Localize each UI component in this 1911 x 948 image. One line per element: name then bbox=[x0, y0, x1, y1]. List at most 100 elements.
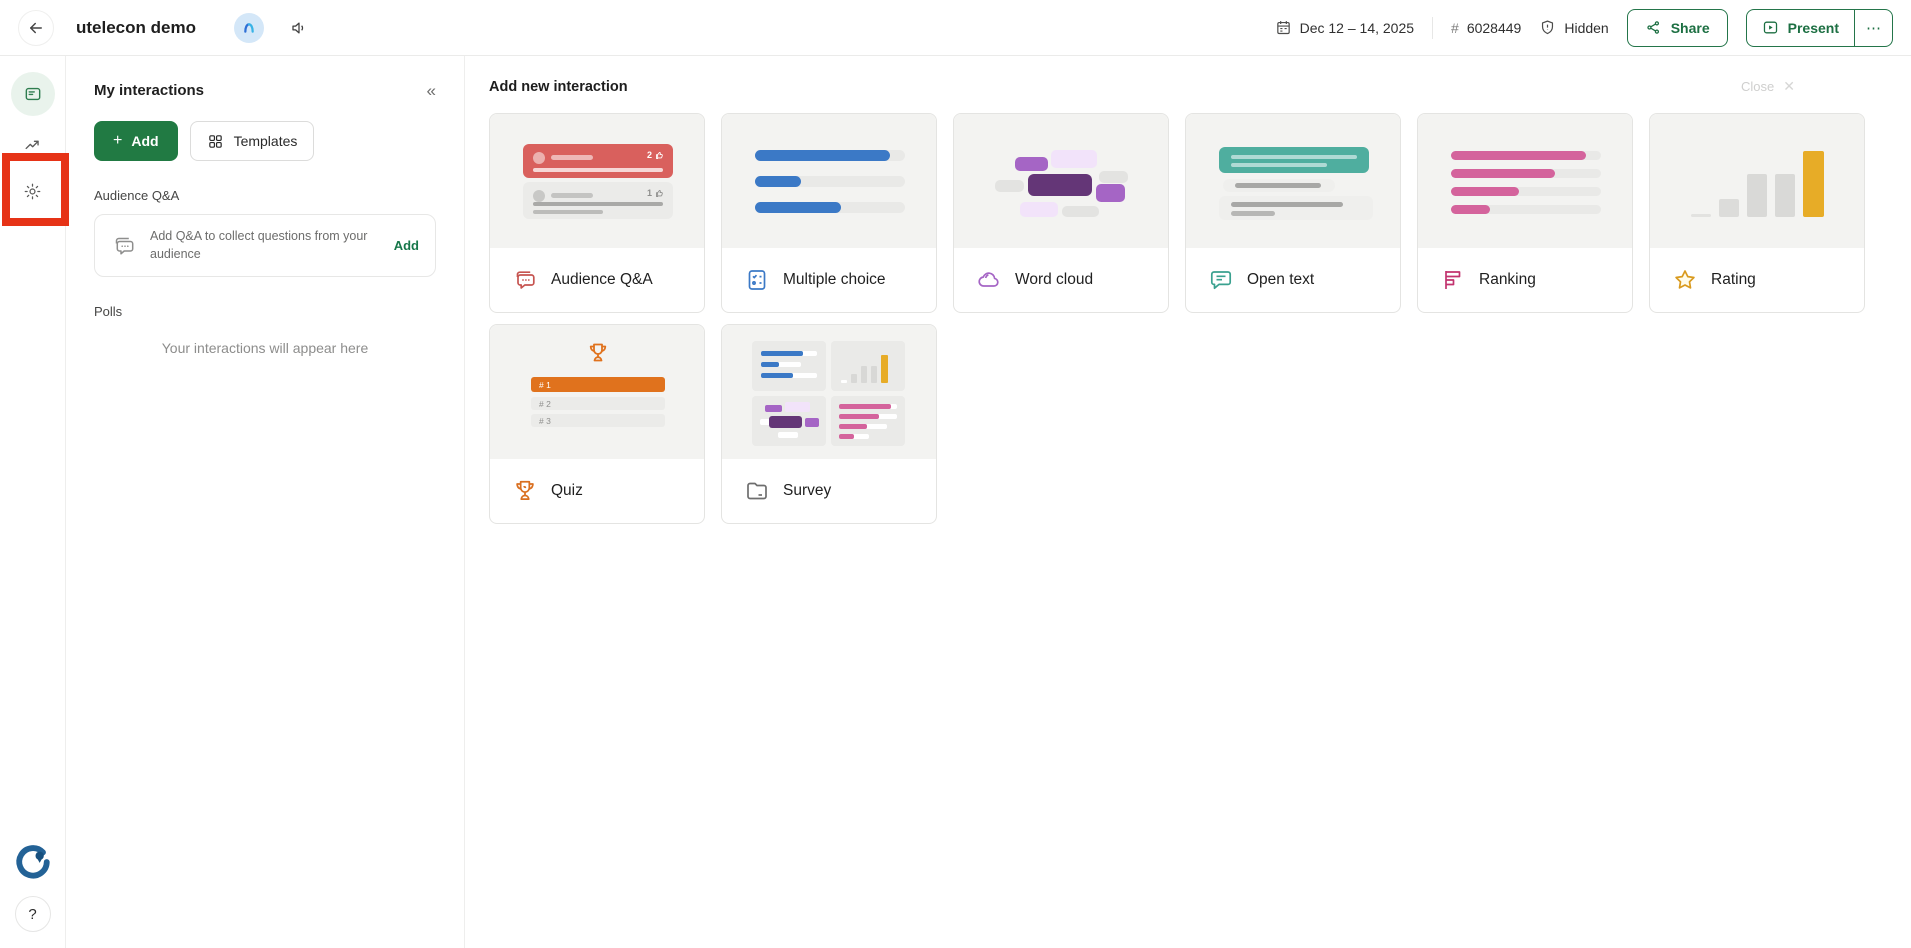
chevron-double-left-icon: « bbox=[427, 81, 436, 100]
card-label: Survey bbox=[783, 482, 831, 500]
add-button[interactable]: + Add bbox=[94, 121, 178, 161]
date-range-label: Dec 12 – 14, 2025 bbox=[1300, 20, 1414, 36]
top-bar-right: Dec 12 – 14, 2025 # 6028449 Hidden Share bbox=[1275, 9, 1893, 47]
plus-icon: + bbox=[113, 133, 122, 149]
question-mark-icon: ? bbox=[28, 906, 36, 923]
interactions-sidebar: My interactions « + Add Templates Audien… bbox=[66, 56, 465, 948]
card-ranking[interactable]: Ranking bbox=[1417, 113, 1633, 313]
ellipsis-icon: ⋯ bbox=[1866, 19, 1881, 37]
qna-empty-box: Add Q&A to collect questions from your a… bbox=[94, 214, 436, 277]
app-logo[interactable] bbox=[13, 842, 53, 882]
polls-section-label: Polls bbox=[94, 304, 436, 319]
rail-item-results[interactable] bbox=[14, 125, 52, 163]
share-icon bbox=[1645, 19, 1662, 36]
calendar-icon bbox=[1275, 19, 1292, 36]
qna-add-button[interactable]: Add bbox=[394, 238, 419, 253]
card-rating[interactable]: Rating bbox=[1649, 113, 1865, 313]
divider bbox=[1432, 17, 1433, 39]
rating-illustration bbox=[1650, 114, 1864, 248]
rail-item-interactions[interactable] bbox=[11, 72, 55, 116]
add-label: Add bbox=[131, 133, 158, 149]
presentation-title[interactable]: utelecon demo bbox=[76, 18, 196, 38]
ranking-icon bbox=[1440, 267, 1466, 293]
multiple-choice-illustration bbox=[722, 114, 936, 248]
visibility-label: Hidden bbox=[1564, 20, 1608, 36]
open-text-illustration bbox=[1186, 114, 1400, 248]
quiz-rank-3: # 3 bbox=[539, 416, 551, 426]
card-label: Ranking bbox=[1479, 271, 1536, 289]
left-rail: ? bbox=[0, 56, 66, 948]
chat-bubbles-icon bbox=[111, 233, 137, 259]
speaker-icon bbox=[290, 19, 308, 37]
panel-heading: Add new interaction bbox=[489, 79, 628, 95]
close-label: Close bbox=[1741, 79, 1774, 94]
quiz-illustration: # 1 # 2 # 3 bbox=[490, 325, 704, 459]
add-interaction-panel: Add new interaction Close ✕ 2 bbox=[465, 56, 1911, 948]
templates-label: Templates bbox=[234, 133, 298, 149]
qna-illustration: 2 1 bbox=[490, 114, 704, 248]
card-word-cloud[interactable]: Word cloud bbox=[953, 113, 1169, 313]
word-cloud-illustration bbox=[954, 114, 1168, 248]
voting-code-value: 6028449 bbox=[1467, 20, 1522, 36]
present-label: Present bbox=[1788, 20, 1839, 36]
present-button-group: Present ⋯ bbox=[1746, 9, 1893, 47]
trend-up-icon bbox=[23, 135, 42, 154]
close-icon: ✕ bbox=[1783, 78, 1795, 95]
card-label: Open text bbox=[1247, 271, 1314, 289]
audience-qna-icon bbox=[512, 267, 538, 293]
mentimeter-logo-icon bbox=[241, 20, 257, 36]
card-label: Multiple choice bbox=[783, 271, 886, 289]
open-text-icon bbox=[1208, 267, 1234, 293]
arrow-left-icon bbox=[27, 19, 45, 37]
help-button[interactable]: ? bbox=[15, 896, 51, 932]
quiz-rank-1: # 1 bbox=[539, 380, 551, 390]
close-panel-button[interactable]: Close ✕ bbox=[1741, 78, 1795, 95]
voting-code-control[interactable]: # 6028449 bbox=[1451, 20, 1521, 36]
card-label: Rating bbox=[1711, 271, 1756, 289]
word-cloud-icon bbox=[976, 267, 1002, 293]
rail-item-settings[interactable] bbox=[14, 172, 52, 210]
qna-top-votes: 2 bbox=[647, 151, 652, 160]
trophy-glyph bbox=[586, 341, 610, 365]
multiple-choice-icon bbox=[744, 267, 770, 293]
audio-settings-button[interactable] bbox=[290, 19, 308, 37]
mini-choice-panel bbox=[752, 341, 826, 391]
quiz-icon bbox=[512, 478, 538, 504]
hash-icon: # bbox=[1451, 20, 1459, 36]
share-label: Share bbox=[1671, 20, 1710, 36]
card-label: Word cloud bbox=[1015, 271, 1093, 289]
top-bar: utelecon demo Dec 12 – 14, 2025 # 602844… bbox=[0, 0, 1911, 56]
present-button[interactable]: Present bbox=[1747, 10, 1854, 46]
templates-button[interactable]: Templates bbox=[190, 121, 315, 161]
card-survey[interactable]: Survey bbox=[721, 324, 937, 524]
mini-wordcloud-panel bbox=[752, 396, 826, 446]
mini-ranking-panel bbox=[831, 396, 905, 446]
card-audience-qna[interactable]: 2 1 bbox=[489, 113, 705, 313]
share-button[interactable]: Share bbox=[1627, 9, 1728, 47]
card-quiz[interactable]: # 1 # 2 # 3 Quiz bbox=[489, 324, 705, 524]
ranking-illustration bbox=[1418, 114, 1632, 248]
qna-section-label: Audience Q&A bbox=[94, 188, 436, 203]
present-more-button[interactable]: ⋯ bbox=[1854, 10, 1892, 46]
card-open-text[interactable]: Open text bbox=[1185, 113, 1401, 313]
polls-empty-text: Your interactions will appear here bbox=[94, 340, 436, 356]
survey-illustration bbox=[722, 325, 936, 459]
qna-hint-text: Add Q&A to collect questions from your a… bbox=[150, 228, 381, 263]
grid-icon bbox=[207, 133, 224, 150]
interaction-cards-grid: 2 1 bbox=[489, 113, 1887, 524]
card-label: Quiz bbox=[551, 482, 583, 500]
qna-bottom-votes: 1 bbox=[647, 189, 652, 198]
sidebar-title: My interactions bbox=[94, 82, 204, 99]
back-button[interactable] bbox=[18, 10, 54, 46]
rating-icon bbox=[1672, 267, 1698, 293]
survey-icon bbox=[744, 478, 770, 504]
rail-bottom: ? bbox=[13, 842, 53, 948]
date-range-control[interactable]: Dec 12 – 14, 2025 bbox=[1275, 19, 1414, 36]
card-label: Audience Q&A bbox=[551, 271, 653, 289]
mini-rating-panel bbox=[831, 341, 905, 391]
collapse-sidebar-button[interactable]: « bbox=[427, 82, 436, 99]
integration-chip[interactable] bbox=[234, 13, 264, 43]
card-multiple-choice[interactable]: Multiple choice bbox=[721, 113, 937, 313]
visibility-control[interactable]: Hidden bbox=[1539, 19, 1608, 36]
quiz-rank-2: # 2 bbox=[539, 399, 551, 409]
